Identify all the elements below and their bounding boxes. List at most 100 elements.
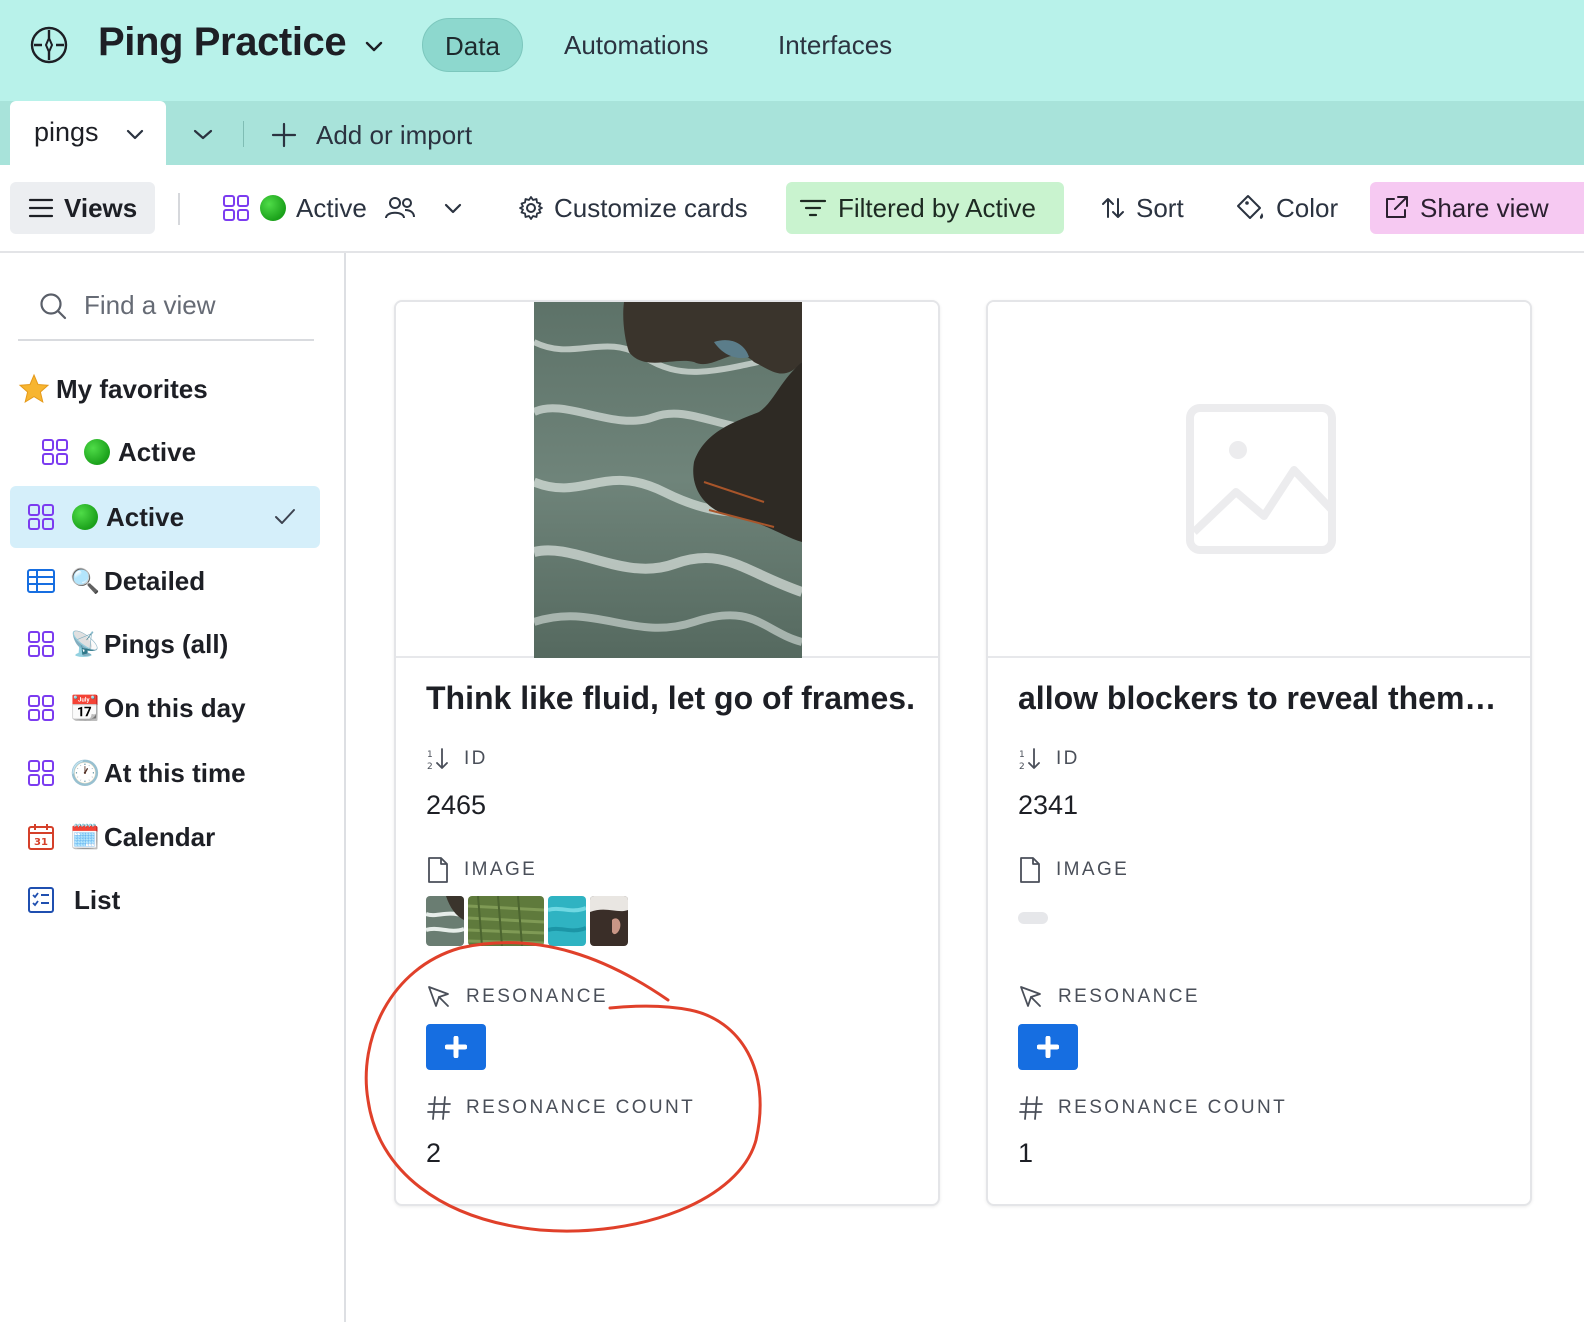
field-label-text: ID xyxy=(464,748,488,769)
cover-photo-waves-rocks xyxy=(534,302,802,658)
chevron-down-icon[interactable] xyxy=(124,123,146,145)
attachment-thumbnail[interactable] xyxy=(590,896,628,946)
app-header: Ping Practice Data Automations Interface… xyxy=(0,0,1584,101)
field-label-image: IMAGE xyxy=(1018,855,1129,885)
current-view-menu[interactable]: Active xyxy=(210,182,477,234)
views-label: Views xyxy=(64,192,138,223)
sidebar-item-label: Pings (all) xyxy=(104,628,229,659)
attachment-thumbnails xyxy=(426,896,628,946)
record-card[interactable]: Think like fluid, let go of frames. 1 2 … xyxy=(394,300,940,1206)
attachment-file-icon xyxy=(1020,857,1040,883)
spiral-calendar-emoji-icon: 🗓️ xyxy=(70,823,100,851)
sidebar-item-label: List xyxy=(74,884,121,915)
gallery-icon xyxy=(40,437,70,467)
external-link-icon xyxy=(1386,196,1408,218)
plus-icon xyxy=(445,1036,467,1058)
app-title[interactable]: Ping Practice xyxy=(98,20,347,65)
filter-label: Filtered by Active xyxy=(838,192,1036,223)
sort-icon xyxy=(1102,198,1124,218)
gallery-icon xyxy=(223,195,249,221)
attachment-thumbnail[interactable] xyxy=(426,896,464,946)
field-value-id: 2465 xyxy=(426,790,487,820)
resonance-add-button[interactable] xyxy=(1018,1024,1078,1070)
svg-text:2: 2 xyxy=(427,762,435,771)
color-label: Color xyxy=(1276,192,1339,223)
field-label-resonance-count: RESONANCE COUNT xyxy=(426,1093,695,1123)
field-label-text: ID xyxy=(1056,748,1080,769)
clock-emoji-icon: 🕐 xyxy=(70,759,100,787)
table-tab-label: pings xyxy=(34,117,99,147)
customize-cards-label: Customize cards xyxy=(554,192,748,223)
table-tab-pings[interactable]: pings xyxy=(10,101,166,167)
share-view-label: Share view xyxy=(1420,192,1549,223)
gallery-icon xyxy=(26,629,56,659)
filter-button[interactable]: Filtered by Active xyxy=(786,182,1064,234)
nav-tab-interfaces[interactable]: Interfaces xyxy=(756,18,914,72)
gallery-icon xyxy=(26,502,56,532)
sidebar-favorite-active[interactable]: Active xyxy=(40,421,320,483)
color-button[interactable]: Color xyxy=(1222,182,1350,234)
collaborative-users-icon xyxy=(384,197,415,219)
svg-text:2: 2 xyxy=(1019,762,1027,771)
divider xyxy=(178,193,180,225)
resonance-add-button[interactable] xyxy=(426,1024,486,1070)
cursor-click-icon xyxy=(428,986,449,1007)
card-title: Think like fluid, let go of frames. xyxy=(426,680,915,716)
sidebar-item-list[interactable]: List xyxy=(10,869,320,931)
views-toggle-button[interactable]: Views xyxy=(10,182,155,234)
sidebar-item-label: Detailed xyxy=(104,565,206,596)
green-circle-icon xyxy=(72,504,98,530)
favorites-section-header[interactable]: My favorites xyxy=(10,358,320,420)
svg-text:1: 1 xyxy=(1019,750,1027,760)
sidebar-item-active[interactable]: Active xyxy=(10,486,320,548)
filter-icon xyxy=(799,199,827,217)
sidebar-item-label: At this time xyxy=(104,757,246,788)
sort-label: Sort xyxy=(1136,192,1184,223)
sidebar-item-label: Active xyxy=(106,501,185,532)
plus-icon xyxy=(1037,1036,1059,1058)
sidebar-item-label: Calendar xyxy=(104,821,216,852)
chevron-down-icon[interactable] xyxy=(362,34,386,58)
all-tables-chevron-icon[interactable] xyxy=(190,123,216,145)
sidebar-item-on-this-day[interactable]: 📆 On this day xyxy=(10,677,320,739)
number-sort-icon: 1 2 xyxy=(1019,748,1040,771)
cursor-click-icon xyxy=(1020,986,1041,1007)
green-circle-icon xyxy=(260,195,286,221)
find-view-input[interactable] xyxy=(84,285,304,325)
nav-tab-automations[interactable]: Automations xyxy=(542,18,731,72)
share-view-button[interactable]: Share view xyxy=(1370,182,1584,234)
card-cover-placeholder xyxy=(988,302,1530,658)
number-hash-icon xyxy=(1019,1096,1043,1120)
checkmark-icon xyxy=(275,509,295,524)
field-label-resonance-count: RESONANCE COUNT xyxy=(1018,1093,1287,1123)
card-title: allow blockers to reveal thems... xyxy=(1018,680,1508,716)
field-value-resonance-count: 2 xyxy=(426,1138,442,1168)
sidebar-item-detailed[interactable]: 🔍 Detailed xyxy=(10,550,320,612)
field-label-resonance: RESONANCE xyxy=(1018,982,1200,1012)
sidebar-item-calendar[interactable]: 31 🗓️ Calendar xyxy=(10,806,320,868)
field-label-id: 1 2 ID xyxy=(1018,744,1080,774)
sidebar-item-label: On this day xyxy=(104,692,246,723)
attachment-thumbnail[interactable] xyxy=(468,896,544,946)
sidebar-item-at-this-time[interactable]: 🕐 At this time xyxy=(10,742,320,804)
card-cover-image xyxy=(396,302,938,658)
customize-cards-button[interactable]: Customize cards xyxy=(506,182,760,234)
sidebar-item-pings-all[interactable]: 📡 Pings (all) xyxy=(10,613,320,675)
attachment-thumbnail[interactable] xyxy=(548,896,586,946)
magnifier-emoji-icon: 🔍 xyxy=(70,567,100,595)
field-label-text: RESONANCE COUNT xyxy=(1058,1097,1288,1118)
field-label-text: IMAGE xyxy=(464,859,538,880)
add-or-import-label: Add or import xyxy=(316,119,473,150)
field-label-text: RESONANCE xyxy=(1058,986,1200,1007)
divider xyxy=(243,121,244,147)
sort-button[interactable]: Sort xyxy=(1088,182,1196,234)
app-logo-icon[interactable] xyxy=(28,24,70,66)
gear-icon xyxy=(519,196,543,220)
image-placeholder-icon xyxy=(1186,404,1336,554)
add-or-import-button[interactable]: Add or import xyxy=(270,115,472,155)
record-card[interactable]: allow blockers to reveal thems... 1 2 ID… xyxy=(986,300,1532,1206)
views-sidebar: My favorites Active Active xyxy=(0,253,346,1322)
favorites-header-label: My favorites xyxy=(56,373,208,404)
nav-tab-data[interactable]: Data xyxy=(422,18,523,72)
paint-bucket-icon xyxy=(1237,195,1264,219)
